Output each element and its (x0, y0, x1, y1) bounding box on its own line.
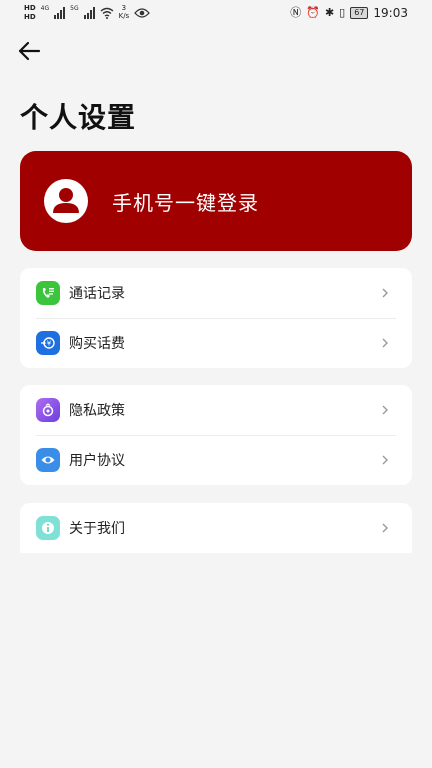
wifi-icon (100, 7, 114, 19)
menu-item-user-agreement[interactable]: 用户协议 (20, 435, 412, 485)
about-icon (36, 516, 60, 540)
status-time: 19:03 (373, 6, 408, 20)
privacy-icon (36, 398, 60, 422)
user-agreement-icon (36, 448, 60, 472)
alarm-icon: ⏰ (306, 6, 320, 19)
hd-bottom-label: HD (24, 13, 36, 21)
eye-icon (134, 8, 151, 18)
menu-item-privacy-policy[interactable]: 隐私政策 (20, 385, 412, 435)
status-left-group: HD HD 4G 5G 3 K/s (24, 4, 151, 22)
battery-indicator: 67 (350, 7, 369, 19)
settings-group-call: 通话记录 ¥ 购买话费 (20, 268, 412, 368)
menu-item-about-us[interactable]: 关于我们 (20, 503, 412, 553)
menu-item-label: 隐私政策 (69, 403, 125, 419)
vibrate-icon: ▯ (339, 6, 346, 19)
nfc-icon: Ⓝ (290, 6, 302, 19)
menu-item-recharge[interactable]: ¥ 购买话费 (20, 318, 412, 368)
chevron-right-icon (382, 523, 388, 533)
menu-item-label: 购买话费 (69, 336, 125, 352)
arrow-left-icon (18, 41, 41, 61)
settings-group-about: 关于我们 (20, 503, 412, 553)
login-label: 手机号一键登录 (112, 190, 259, 215)
page-title: 个人设置 (20, 101, 137, 134)
menu-item-label: 通话记录 (69, 286, 125, 302)
chevron-right-icon (382, 338, 388, 348)
signal-icon-2 (83, 7, 95, 19)
chevron-right-icon (382, 288, 388, 298)
one-click-login-button[interactable]: 手机号一键登录 (20, 151, 412, 251)
network-5g-label: 5G (70, 5, 79, 12)
user-avatar-icon (44, 179, 88, 223)
signal-icon (54, 7, 66, 19)
hd-indicator: HD HD (24, 4, 36, 22)
menu-item-call-log[interactable]: 通话记录 (20, 268, 412, 318)
settings-group-legal: 隐私政策 用户协议 (20, 385, 412, 485)
chevron-right-icon (382, 405, 388, 415)
recharge-icon: ¥ (36, 331, 60, 355)
menu-item-label: 用户协议 (69, 453, 125, 469)
call-log-icon (36, 281, 60, 305)
speed-value: 3 (121, 4, 127, 12)
bluetooth-icon: ✱ (324, 6, 335, 19)
network-speed: 3 K/s (119, 4, 130, 20)
menu-item-label: 关于我们 (69, 521, 125, 537)
chevron-right-icon (382, 455, 388, 465)
network-4g-label: 4G (40, 5, 50, 12)
speed-unit: K/s (118, 12, 130, 20)
hd-top-label: HD (24, 4, 36, 12)
back-button[interactable] (14, 36, 44, 66)
status-bar: HD HD 4G 5G 3 K/s Ⓝ ⏰ ✱ ▯ 67 19:03 (0, 0, 432, 28)
svg-text:¥: ¥ (47, 340, 52, 348)
status-right-group: Ⓝ ⏰ ✱ ▯ 67 19:03 (290, 6, 408, 20)
